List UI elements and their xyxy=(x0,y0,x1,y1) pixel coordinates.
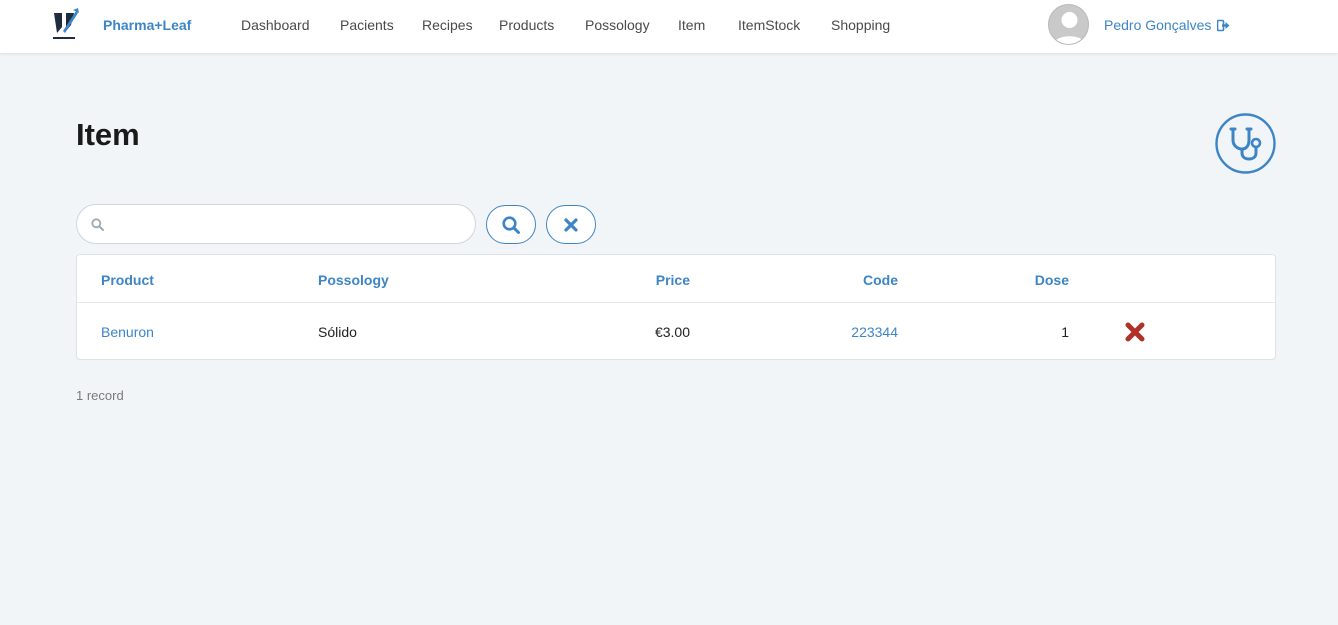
nav-dashboard[interactable]: Dashboard xyxy=(241,17,310,33)
items-table: Product Possology Price Code Dose Benuro… xyxy=(76,254,1276,360)
column-header-dose[interactable]: Dose xyxy=(969,272,1069,288)
nav-possology[interactable]: Possology xyxy=(585,17,650,33)
top-navbar: Pharma+Leaf Dashboard Pacients Recipes P… xyxy=(0,0,1338,53)
search-input[interactable] xyxy=(113,213,463,235)
nav-item[interactable]: Item xyxy=(678,17,705,33)
close-icon xyxy=(564,217,578,232)
possology-cell: Sólido xyxy=(318,324,357,340)
stethoscope-icon xyxy=(1215,113,1276,174)
clear-search-button[interactable] xyxy=(546,205,596,244)
page-title: Item xyxy=(76,117,140,152)
search-icon xyxy=(502,215,520,234)
pharma-leaf-logo[interactable] xyxy=(47,7,81,43)
column-header-possology[interactable]: Possology xyxy=(318,272,389,288)
nav-pacients[interactable]: Pacients xyxy=(340,17,394,33)
user-name-link[interactable]: Pedro Gonçalves xyxy=(1104,17,1211,33)
logout-icon[interactable] xyxy=(1217,19,1230,32)
header-divider xyxy=(77,302,1275,303)
nav-shopping[interactable]: Shopping xyxy=(831,17,890,33)
column-header-price[interactable]: Price xyxy=(590,272,690,288)
column-header-code[interactable]: Code xyxy=(798,272,898,288)
search-button[interactable] xyxy=(486,205,536,244)
code-link[interactable]: 223344 xyxy=(798,324,898,340)
user-silhouette-icon xyxy=(1053,12,1086,44)
nav-products[interactable]: Products xyxy=(499,17,554,33)
product-link[interactable]: Benuron xyxy=(101,324,154,340)
column-header-product[interactable]: Product xyxy=(101,272,154,288)
search-icon xyxy=(91,218,104,231)
dose-cell: 1 xyxy=(1061,324,1069,340)
delete-icon[interactable] xyxy=(1124,321,1146,343)
nav-itemstock[interactable]: ItemStock xyxy=(738,17,800,33)
price-cell: €3.00 xyxy=(654,324,690,340)
nav-recipes[interactable]: Recipes xyxy=(422,17,473,33)
brand-link[interactable]: Pharma+Leaf xyxy=(103,17,191,33)
record-count: 1 record xyxy=(76,388,124,403)
user-avatar[interactable] xyxy=(1048,4,1089,45)
search-box xyxy=(76,204,476,244)
